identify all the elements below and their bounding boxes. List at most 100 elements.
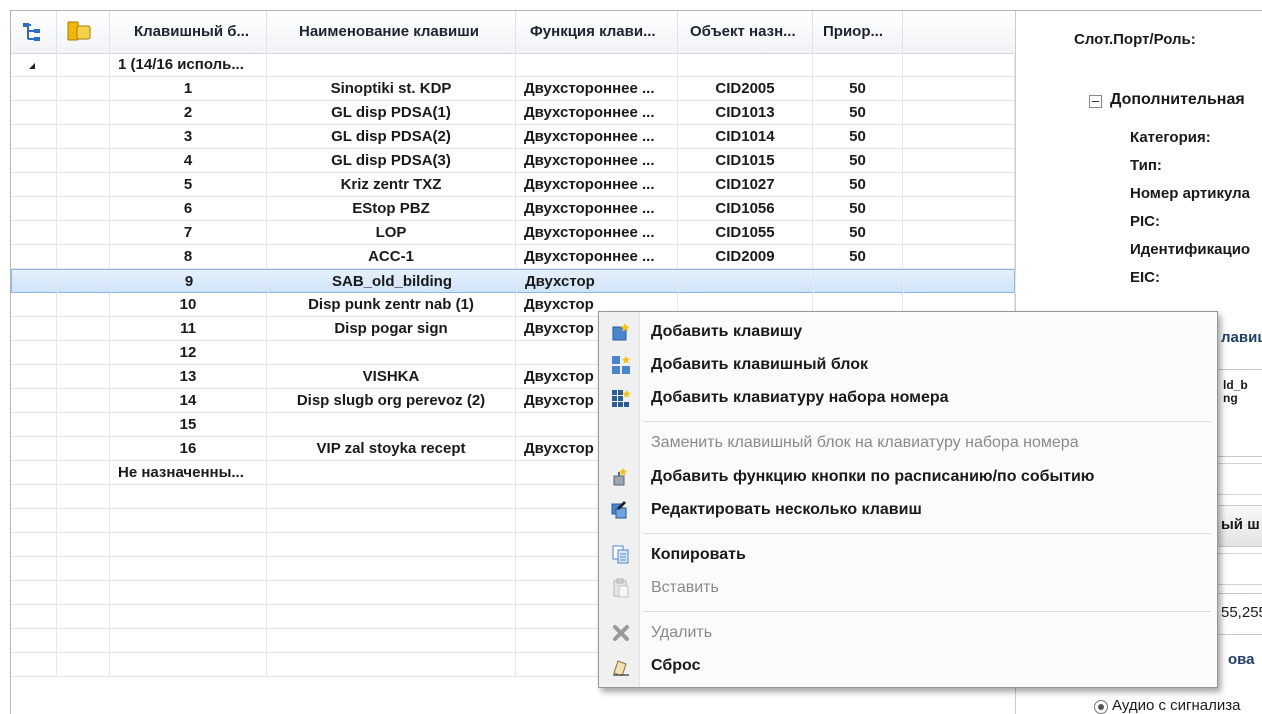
menu-add-dialpad[interactable]: Добавить клавиатуру набора номера xyxy=(599,383,1217,413)
key-name: VIP zal stoyka recept xyxy=(267,437,516,460)
key-function: Двухстороннее ... xyxy=(516,245,678,268)
key-preview-line1: ld_b xyxy=(1223,378,1248,392)
menu-add-key[interactable]: Добавить клавишу xyxy=(599,317,1217,347)
table-row[interactable]: 1 Sinoptiki st. KDP Двухстороннее ... CID20… xyxy=(11,77,1015,101)
audio-radio[interactable] xyxy=(1094,700,1108,714)
col-key-block[interactable]: Клавишный б... xyxy=(110,11,267,53)
panel-button[interactable]: ый ш xyxy=(1216,505,1262,547)
table-row[interactable]: 7 LOP Двухстороннее ... CID1055 50 xyxy=(11,221,1015,245)
key-function: Двухстороннее ... xyxy=(516,77,678,100)
table-row[interactable]: 9 SAB_old_bilding Двухстор xyxy=(11,269,1016,293)
priority: 50 xyxy=(813,125,903,148)
key-number: 14 xyxy=(110,389,267,412)
menu-copy[interactable]: Копировать xyxy=(599,540,1217,570)
table-row[interactable]: 4 GL disp PDSA(3) Двухстороннее ... CID1015… xyxy=(11,149,1015,173)
key-name: LOP xyxy=(267,221,516,244)
edit-multiple-keys-icon xyxy=(611,500,631,520)
menu-reset-label: Сброс xyxy=(651,657,701,674)
priority: 50 xyxy=(813,197,903,220)
key-function: Двухстороннее ... xyxy=(516,221,678,244)
key-name: GL disp PDSA(2) xyxy=(267,125,516,148)
menu-add-key-block[interactable]: Добавить клавишный блок xyxy=(599,350,1217,380)
menu-paste-label: Вставить xyxy=(651,579,719,596)
menu-add-schedule-function-label: Добавить функцию кнопки по расписанию/по… xyxy=(651,468,1095,485)
key-function: Двухстороннее ... xyxy=(516,149,678,172)
key-name: EStop PBZ xyxy=(267,197,516,220)
key-function: Двухстороннее ... xyxy=(516,101,678,124)
slot-port-role-label: Слот.Порт/Роль: xyxy=(1074,31,1196,48)
menu-edit-multiple-label: Редактировать несколько клавиш xyxy=(651,501,922,518)
key-number: 13 xyxy=(110,365,267,388)
key-number: 3 xyxy=(110,125,267,148)
menu-copy-label: Копировать xyxy=(651,546,746,563)
field-article-number: Номер артикула xyxy=(1130,185,1250,202)
target-object: CID1015 xyxy=(678,149,813,172)
target-object: CID2005 xyxy=(678,77,813,100)
table-row[interactable]: 3 GL disp PDSA(2) Двухстороннее ... CID1014… xyxy=(11,125,1015,149)
priority: 50 xyxy=(813,77,903,100)
menu-delete[interactable]: Удалить xyxy=(599,618,1217,648)
field-pic: PIC: xyxy=(1130,213,1160,230)
key-name: GL disp PDSA(3) xyxy=(267,149,516,172)
key-name: Disp pogar sign xyxy=(267,317,516,340)
target-object: CID2009 xyxy=(678,245,813,268)
add-key-icon xyxy=(611,322,631,342)
menu-replace-block[interactable]: Заменить клавишный блок на клавиатуру на… xyxy=(599,428,1217,458)
col-key-name[interactable]: Наименование клавиши xyxy=(267,11,516,53)
window-frame: Клавишный б... Наименование клавиши Функ… xyxy=(10,10,1262,714)
copy-icon xyxy=(611,545,631,565)
add-schedule-function-icon xyxy=(611,467,631,487)
key-name: GL disp PDSA(1) xyxy=(267,101,516,124)
key-function: Двухстороннее ... xyxy=(516,197,678,220)
section-fragment: ова xyxy=(1228,651,1255,668)
menu-paste[interactable]: Вставить xyxy=(599,573,1217,603)
key-number: 5 xyxy=(110,173,267,196)
menu-replace-block-label: Заменить клавишный блок на клавиатуру на… xyxy=(651,434,1079,451)
field-type: Тип: xyxy=(1130,157,1162,174)
table-row[interactable]: 6 EStop PBZ Двухстороннее ... CID1056 50 xyxy=(11,197,1015,221)
field-category: Категория: xyxy=(1130,129,1211,146)
tree-expand-icon[interactable] xyxy=(11,11,57,53)
collapse-arrow-icon[interactable] xyxy=(11,53,57,76)
target-object xyxy=(679,270,814,293)
menu-add-key-label: Добавить клавишу xyxy=(651,323,803,340)
col-priority[interactable]: Приор... xyxy=(813,11,903,53)
priority: 50 xyxy=(813,173,903,196)
key-name xyxy=(267,341,516,364)
table-row[interactable]: 5 Kriz zentr TXZ Двухстороннее ... CID1027 5… xyxy=(11,173,1015,197)
group-row[interactable]: 1 (14/16 исполь... xyxy=(11,53,1015,77)
target-object: CID1027 xyxy=(678,173,813,196)
menu-separator xyxy=(643,611,1211,612)
menu-delete-label: Удалить xyxy=(651,624,713,641)
key-number: 9 xyxy=(111,270,268,293)
col-key-function[interactable]: Функция клави... xyxy=(516,11,678,53)
key-name: Disp punk zentr nab (1) xyxy=(267,293,516,316)
col-target-object[interactable]: Объект назн... xyxy=(678,11,813,53)
collapse-section-icon[interactable] xyxy=(1089,95,1102,108)
menu-reset[interactable]: Сброс xyxy=(599,651,1217,681)
field-box[interactable] xyxy=(1216,463,1262,495)
key-state-icon[interactable] xyxy=(57,11,110,53)
paste-icon xyxy=(611,578,631,598)
color-value-field[interactable]: 55,255 xyxy=(1216,593,1262,635)
key-number: 6 xyxy=(110,197,267,220)
menu-add-schedule-function[interactable]: Добавить функцию кнопки по расписанию/по… xyxy=(599,462,1217,492)
target-object: CID1055 xyxy=(678,221,813,244)
field-box-2[interactable] xyxy=(1216,553,1262,585)
table-row[interactable]: 8 ACC-1 Двухстороннее ... CID2009 50 xyxy=(11,245,1015,269)
menu-add-key-block-label: Добавить клавишный блок xyxy=(651,356,869,373)
key-preview-line2: ng xyxy=(1223,391,1238,405)
key-number: 7 xyxy=(110,221,267,244)
priority: 50 xyxy=(813,149,903,172)
menu-edit-multiple[interactable]: Редактировать несколько клавиш xyxy=(599,495,1217,525)
target-object: CID1013 xyxy=(678,101,813,124)
col-empty xyxy=(903,11,1015,53)
reset-icon xyxy=(611,656,631,677)
group-label: 1 (14/16 исполь... xyxy=(110,53,267,76)
table-row[interactable]: 2 GL disp PDSA(1) Двухстороннее ... CID1013… xyxy=(11,101,1015,125)
key-name: SAB_old_bilding xyxy=(268,270,517,293)
section-title: Дополнительная xyxy=(1110,91,1245,108)
key-preview[interactable]: ld_b ng xyxy=(1216,369,1262,457)
context-menu[interactable]: Добавить клавишу Добавить клавишный блок… xyxy=(598,311,1218,688)
key-function: Двухстор xyxy=(517,270,679,293)
